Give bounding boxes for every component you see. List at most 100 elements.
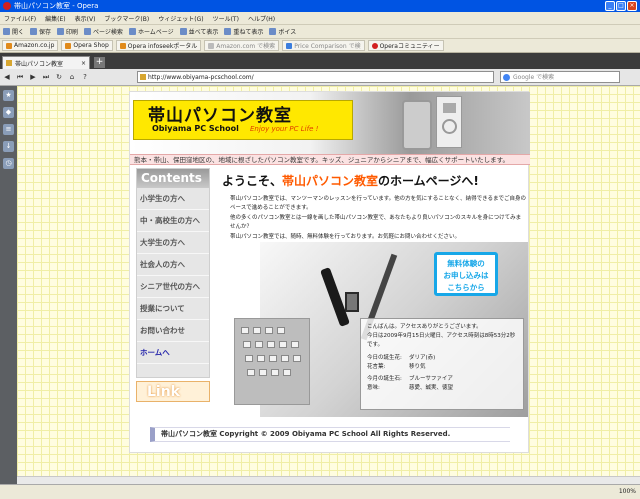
maximize-button[interactable]: □ <box>616 1 626 11</box>
site-page: 帯山パソコン教室 Obiyama PC School Enjoy your PC… <box>129 91 530 453</box>
tab-close-icon[interactable]: × <box>81 60 86 67</box>
widgets-panel-icon[interactable]: ◆ <box>3 107 14 118</box>
window-title: 帯山パソコン教室 - Opera <box>14 2 99 10</box>
url-text: http://www.obiyama-pcschool.com/ <box>148 74 254 81</box>
bookmarks-bar: Amazon.co.jp Opera Shop Opera infoseekポー… <box>0 39 640 53</box>
voice-icon <box>269 28 277 35</box>
window-titlebar: 帯山パソコン教室 - Opera _ □ × <box>0 0 640 12</box>
info-row: 今日の誕生花: ダリア(赤) <box>367 355 436 361</box>
tab-favicon <box>6 60 12 66</box>
printer-icon <box>57 28 65 35</box>
free-trial-button[interactable]: 無料体験の お申し込みは こちらから <box>434 252 498 296</box>
menu-view[interactable]: 表示(V) <box>75 14 96 23</box>
print-button[interactable]: 印刷 <box>57 27 78 36</box>
bookmark-opera-infoseek[interactable]: Opera infoseekポータル <box>115 40 202 51</box>
search-placeholder: Google で検索 <box>513 74 555 81</box>
cascade-button[interactable]: 重ねて表示 <box>224 27 263 36</box>
site-tagline: 熊本・帯山、保田窪地区の、地域に根ざしたパソコン教室です。キッズ、ジュニアからシ… <box>130 154 530 165</box>
main-toolbar: 開く 保存 印刷 ページ検索 ホームページ 並べて表示 重ねて表示 ボイス <box>0 25 640 39</box>
logo-tagline: Enjoy your PC Life ! <box>250 125 319 133</box>
tile-icon <box>179 28 187 35</box>
usb-plug-image <box>345 292 359 312</box>
voice-button[interactable]: ボイス <box>269 27 296 36</box>
nav-contact[interactable]: お問い合わせ <box>137 320 209 342</box>
search-field[interactable]: Google で検索 <box>500 71 620 83</box>
player-wheel <box>442 119 457 134</box>
home-button[interactable]: ホームページ <box>128 27 174 36</box>
intro-paragraph-2: 他の多くのパソコン教室とは一線を画した帯山パソコン教室で、あなたもより良いパソコ… <box>230 215 522 230</box>
intro-paragraph-3: 帯山パソコン教室では、随時、無料体験を行っております。お気軽にお問い合わせくださ… <box>230 234 461 240</box>
site-header: 帯山パソコン教室 Obiyama PC School Enjoy your PC… <box>130 92 530 154</box>
opera-icon <box>3 2 11 10</box>
info-row: 花言葉: 移り気 <box>367 364 426 370</box>
page-viewport: 帯山パソコン教室 Obiyama PC School Enjoy your PC… <box>17 86 640 484</box>
logo-jp: 帯山パソコン教室 <box>148 106 292 126</box>
horizontal-scrollbar[interactable] <box>17 476 640 484</box>
daily-info-box: こんばんは。アクセスありがとうございます。 今日は2009年9月15日火曜日、ア… <box>360 318 524 410</box>
player-screen <box>443 103 456 113</box>
menu-bar: ファイル(F) 編集(E) 表示(V) ブックマーク(B) ウィジェット(G) … <box>0 12 640 25</box>
home-icon[interactable]: ⌂ <box>67 72 77 82</box>
tab-label: 帯山パソコン教室 <box>15 60 64 68</box>
zoom-level[interactable]: 100% <box>619 488 636 495</box>
bookmark-opera-shop[interactable]: Opera Shop <box>61 40 113 51</box>
forward-icon[interactable]: ▶ <box>28 72 38 82</box>
menu-bookmarks[interactable]: ブックマーク(B) <box>104 14 149 23</box>
transfers-panel-icon[interactable]: ↓ <box>3 141 14 152</box>
link-button[interactable]: Link <box>136 381 210 402</box>
rewind-icon[interactable]: ⏮ <box>15 72 25 82</box>
menu-edit[interactable]: 編集(E) <box>45 14 65 23</box>
menu-tools[interactable]: ツール(T) <box>213 14 239 23</box>
search-engine-icon <box>286 42 293 49</box>
info-row: 意味: 慈愛、誠実、徳望 <box>367 385 454 391</box>
bookmark-opera-community[interactable]: Operaコミュニティー <box>367 40 444 51</box>
tile-button[interactable]: 並べて表示 <box>179 27 218 36</box>
url-field[interactable]: http://www.obiyama-pcschool.com/ <box>137 71 494 83</box>
bookmark-amazon-jp[interactable]: Amazon.co.jp <box>2 40 59 51</box>
minimize-button[interactable]: _ <box>605 1 615 11</box>
search-amazon-com[interactable]: Amazon.com で検索 <box>204 40 280 51</box>
opera-icon <box>371 42 378 49</box>
search-engine-icon <box>208 42 215 49</box>
cable-photo <box>402 100 432 150</box>
find-button[interactable]: ページ検索 <box>84 27 123 36</box>
history-panel-icon[interactable]: ◷ <box>3 158 14 169</box>
site-logo[interactable]: 帯山パソコン教室 Obiyama PC School Enjoy your PC… <box>133 100 353 140</box>
nav-junior-high[interactable]: 中・高校生の方へ <box>137 210 209 232</box>
fast-forward-icon[interactable]: ⏭ <box>41 72 51 82</box>
nav-working-adults[interactable]: 社会人の方へ <box>137 254 209 276</box>
menu-help[interactable]: ヘルプ(H) <box>248 14 275 23</box>
site-footer: 帯山パソコン教室 Copyright © 2009 Obiyama PC Sch… <box>150 427 510 442</box>
reload-icon[interactable]: ↻ <box>54 72 64 82</box>
contents-heading: Contents <box>137 169 209 188</box>
nav-home[interactable]: ホームへ <box>137 342 209 364</box>
nav-elementary[interactable]: 小学生の方へ <box>137 188 209 210</box>
nav-seniors[interactable]: シニア世代の方へ <box>137 276 209 298</box>
open-button[interactable]: 開く <box>3 27 24 36</box>
home-icon <box>128 28 136 35</box>
close-button[interactable]: × <box>627 1 637 11</box>
tab-obiyama[interactable]: 帯山パソコン教室 × <box>2 56 90 69</box>
bookmarks-panel-icon[interactable]: ★ <box>3 90 14 101</box>
magnifier-icon <box>84 28 92 35</box>
nav-lessons[interactable]: 授業について <box>137 298 209 320</box>
menu-file[interactable]: ファイル(F) <box>4 14 36 23</box>
side-panel: ★ ◆ ≡ ↓ ◷ <box>0 86 17 484</box>
back-icon[interactable]: ◀ <box>2 72 12 82</box>
menu-widgets[interactable]: ウィジェット(G) <box>158 14 203 23</box>
wand-icon[interactable]: ? <box>80 72 90 82</box>
intro-paragraph-1: 帯山パソコン教室では、マンツーマンのレッスンを行っています。他の方を気にすること… <box>230 196 526 211</box>
new-tab-button[interactable]: + <box>94 57 105 68</box>
notes-panel-icon[interactable]: ≡ <box>3 124 14 135</box>
greeting-text: こんばんは。アクセスありがとうございます。 <box>367 324 482 330</box>
tab-bar: 帯山パソコン教室 × + <box>0 53 640 69</box>
intro-text: 帯山パソコン教室では、マンツーマンのレッスンを行っています。他の方を気にすること… <box>230 195 526 243</box>
bookmark-icon <box>6 42 12 49</box>
nav-university[interactable]: 大学生の方へ <box>137 232 209 254</box>
save-button[interactable]: 保存 <box>30 27 51 36</box>
keyboard-photo <box>234 318 310 405</box>
search-price-comparison[interactable]: Price Comparison で検 <box>282 40 365 51</box>
bookmark-icon <box>119 42 126 49</box>
logo-en: Obiyama PC School <box>152 124 239 133</box>
folder-icon <box>3 28 10 35</box>
